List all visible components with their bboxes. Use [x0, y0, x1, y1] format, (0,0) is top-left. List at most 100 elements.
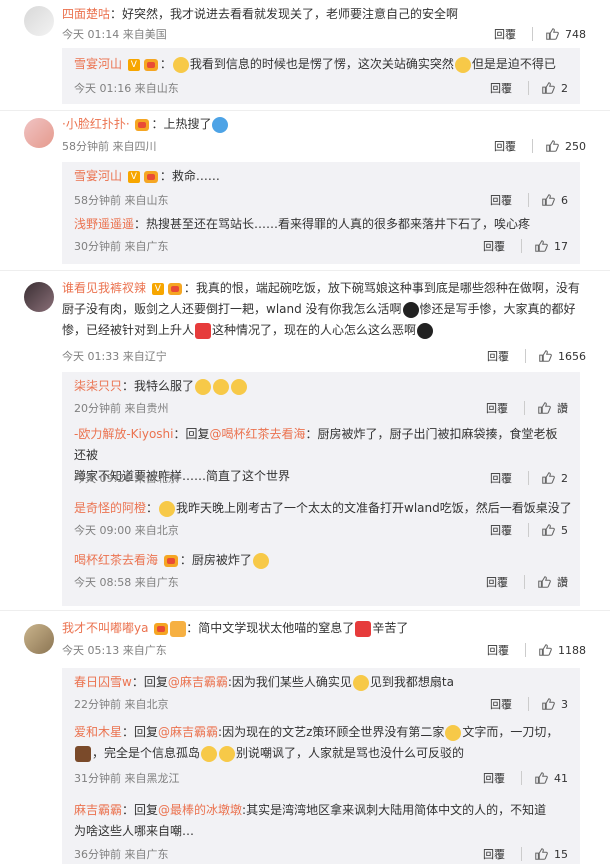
reply-button[interactable]: 回覆: [483, 846, 505, 862]
broken-heart-icon: [355, 620, 372, 637]
thumbs-up-icon[interactable]: [538, 643, 552, 657]
timestamp: 30分钟前 来自广东: [74, 240, 169, 253]
avatar[interactable]: [24, 118, 54, 148]
like-count: 2: [561, 471, 568, 485]
emoji-icon: [252, 552, 269, 569]
emoji-icon: [195, 378, 212, 395]
username[interactable]: 喝杯红茶去看海: [74, 553, 158, 567]
thumbs-up-icon[interactable]: [545, 139, 559, 153]
reply-button[interactable]: 回覆: [487, 348, 509, 364]
thumbs-up-icon[interactable]: [534, 847, 548, 861]
thumbs-up-icon[interactable]: [534, 771, 548, 785]
reply-text: :因为现在的文艺z策环顾全世界没有第二家: [218, 725, 445, 739]
reply-button[interactable]: 回覆: [483, 770, 505, 786]
username[interactable]: 谁看见我裤衩辣: [62, 281, 146, 295]
mention-link[interactable]: @麻吉霸霸: [158, 725, 218, 739]
comment: ·小脸红扑扑· ：上热搜了 58分钟前 来自四川 回覆 250 雪宴河山 V ：救…: [0, 112, 610, 272]
emoji-icon: [201, 745, 218, 762]
avatar[interactable]: [24, 282, 54, 312]
reply-button[interactable]: 回覆: [490, 696, 512, 712]
divider: [0, 270, 610, 271]
timestamp: 今天 01:33 来自辽宁: [62, 350, 167, 363]
thumbs-up-icon[interactable]: [537, 401, 551, 415]
avatar[interactable]: [24, 624, 54, 654]
divider: [0, 610, 610, 611]
reply-button[interactable]: 回覆: [486, 400, 508, 416]
reply-button[interactable]: 回覆: [490, 192, 512, 208]
thumbs-up-icon[interactable]: [534, 239, 548, 253]
divider: [0, 110, 610, 111]
username[interactable]: 麻吉霸霸: [74, 803, 122, 817]
divider: [525, 349, 526, 363]
thumbs-up-icon[interactable]: [541, 471, 555, 485]
username[interactable]: ·小脸红扑扑·: [62, 117, 130, 131]
reply-button[interactable]: 回覆: [494, 26, 516, 42]
username[interactable]: -欧力解放-Kiyoshi: [74, 427, 174, 441]
reply-actions: 回覆 2: [490, 80, 568, 96]
thumbs-up-icon[interactable]: [545, 27, 559, 41]
comment-text: ：简中文学现状太他喵的窒息了: [186, 621, 355, 635]
vip-icon: V: [127, 170, 140, 183]
reply-item: 麻吉霸霸：回复@最棒的冰墩墩:其实是湾湾地区拿来讽刺大陆用简体中文的人的，不知道…: [62, 792, 580, 864]
reply-button[interactable]: 回覆: [487, 642, 509, 658]
username[interactable]: 爱和木星: [74, 725, 122, 739]
reply-text: 文字而，一刀切，: [462, 725, 559, 739]
username[interactable]: 雪宴河山: [74, 57, 122, 71]
thumbs-up-icon[interactable]: [538, 349, 552, 363]
reply-button[interactable]: 回覆: [486, 574, 508, 590]
username[interactable]: 雪宴河山: [74, 169, 122, 183]
reply-item: 雪宴河山 V ：救命…… 58分钟前 来自山东 回覆 6: [62, 162, 580, 214]
avatar[interactable]: [24, 6, 54, 36]
reply-actions: 回覆 41: [483, 770, 568, 786]
username[interactable]: 是奇怪的阿橙: [74, 501, 146, 515]
like-count: 250: [565, 139, 586, 153]
badge-icon: [143, 58, 158, 71]
thumbs-up-icon[interactable]: [541, 81, 555, 95]
divider: [528, 697, 529, 711]
username[interactable]: 柒柒只只: [74, 379, 122, 393]
reply-item: 喝杯红茶去看海 ：厨房被炸了 今天 08:58 来自广东 回覆 讚: [62, 548, 580, 602]
vip-icon: V: [127, 58, 140, 71]
like-count: 17: [554, 239, 568, 253]
username[interactable]: 四面楚咕: [62, 7, 110, 21]
reply-text: ：热搜甚至还在骂站长……看来得罪的人真的很多都来落井下石了，唉心疼: [134, 217, 531, 231]
timestamp: 今天 09:00 来自北京: [74, 524, 179, 537]
reply-button[interactable]: 回覆: [483, 238, 505, 254]
thumbs-up-icon[interactable]: [541, 523, 555, 537]
reply-text: ：我特么服了: [122, 379, 195, 393]
badge-icon: [163, 554, 178, 567]
emoji-icon: [445, 724, 462, 741]
username[interactable]: 春日囚雪w: [74, 675, 132, 689]
comment-actions: 回覆 1188: [487, 642, 586, 658]
reply-item: 雪宴河山 V：我看到信息的时候也是愣了愣，这次关站确实突然 但是是迫不得已 今天 …: [74, 56, 568, 96]
reply-button[interactable]: 回覆: [494, 138, 516, 154]
emoji-icon: [417, 322, 434, 339]
mention-link[interactable]: @麻吉霸霸: [168, 675, 228, 689]
divider: [528, 523, 529, 537]
reply-text: :因为我们某些人确实见: [227, 675, 352, 689]
thumbs-up-icon[interactable]: [541, 193, 555, 207]
mention-link[interactable]: @最棒的冰墩墩: [158, 803, 242, 817]
reply-text: 别说嘲讽了，人家就是骂也没什么可反驳的: [236, 746, 465, 760]
timestamp: 今天 05:13 来自广东: [62, 644, 167, 657]
username[interactable]: 浅野遥遥遥: [74, 217, 134, 231]
comment: 我才不叫嘟嘟ya ：简中文学现状太他喵的窒息了 辛苦了 今天 05:13 来自广东…: [0, 612, 610, 864]
reply-button[interactable]: 回覆: [490, 80, 512, 96]
comment-text: 辛苦了: [372, 621, 409, 635]
reply-button[interactable]: 回覆: [490, 470, 512, 486]
like-count: 1656: [558, 349, 586, 363]
thumbs-up-icon[interactable]: [541, 697, 555, 711]
badge-icon: [154, 622, 169, 635]
mention-link[interactable]: @喝杯红茶去看海: [210, 427, 306, 441]
emoji-icon: [352, 674, 369, 691]
like-count: 748: [565, 27, 586, 41]
thumbs-up-icon[interactable]: [537, 575, 551, 589]
timestamp: 今天 01:16 来自山东: [74, 82, 179, 95]
reply-text: 我昨天晚上刚考古了一个太太的文准备打开wland吃饭，然后一看饭桌没了: [176, 501, 572, 515]
emoji-icon: [231, 378, 248, 395]
reply-button[interactable]: 回覆: [490, 522, 512, 538]
emoji-icon: [454, 56, 471, 73]
emoji-icon: [219, 745, 236, 762]
reply-text: ：回复: [173, 427, 210, 441]
username[interactable]: 我才不叫嘟嘟ya: [62, 621, 148, 635]
